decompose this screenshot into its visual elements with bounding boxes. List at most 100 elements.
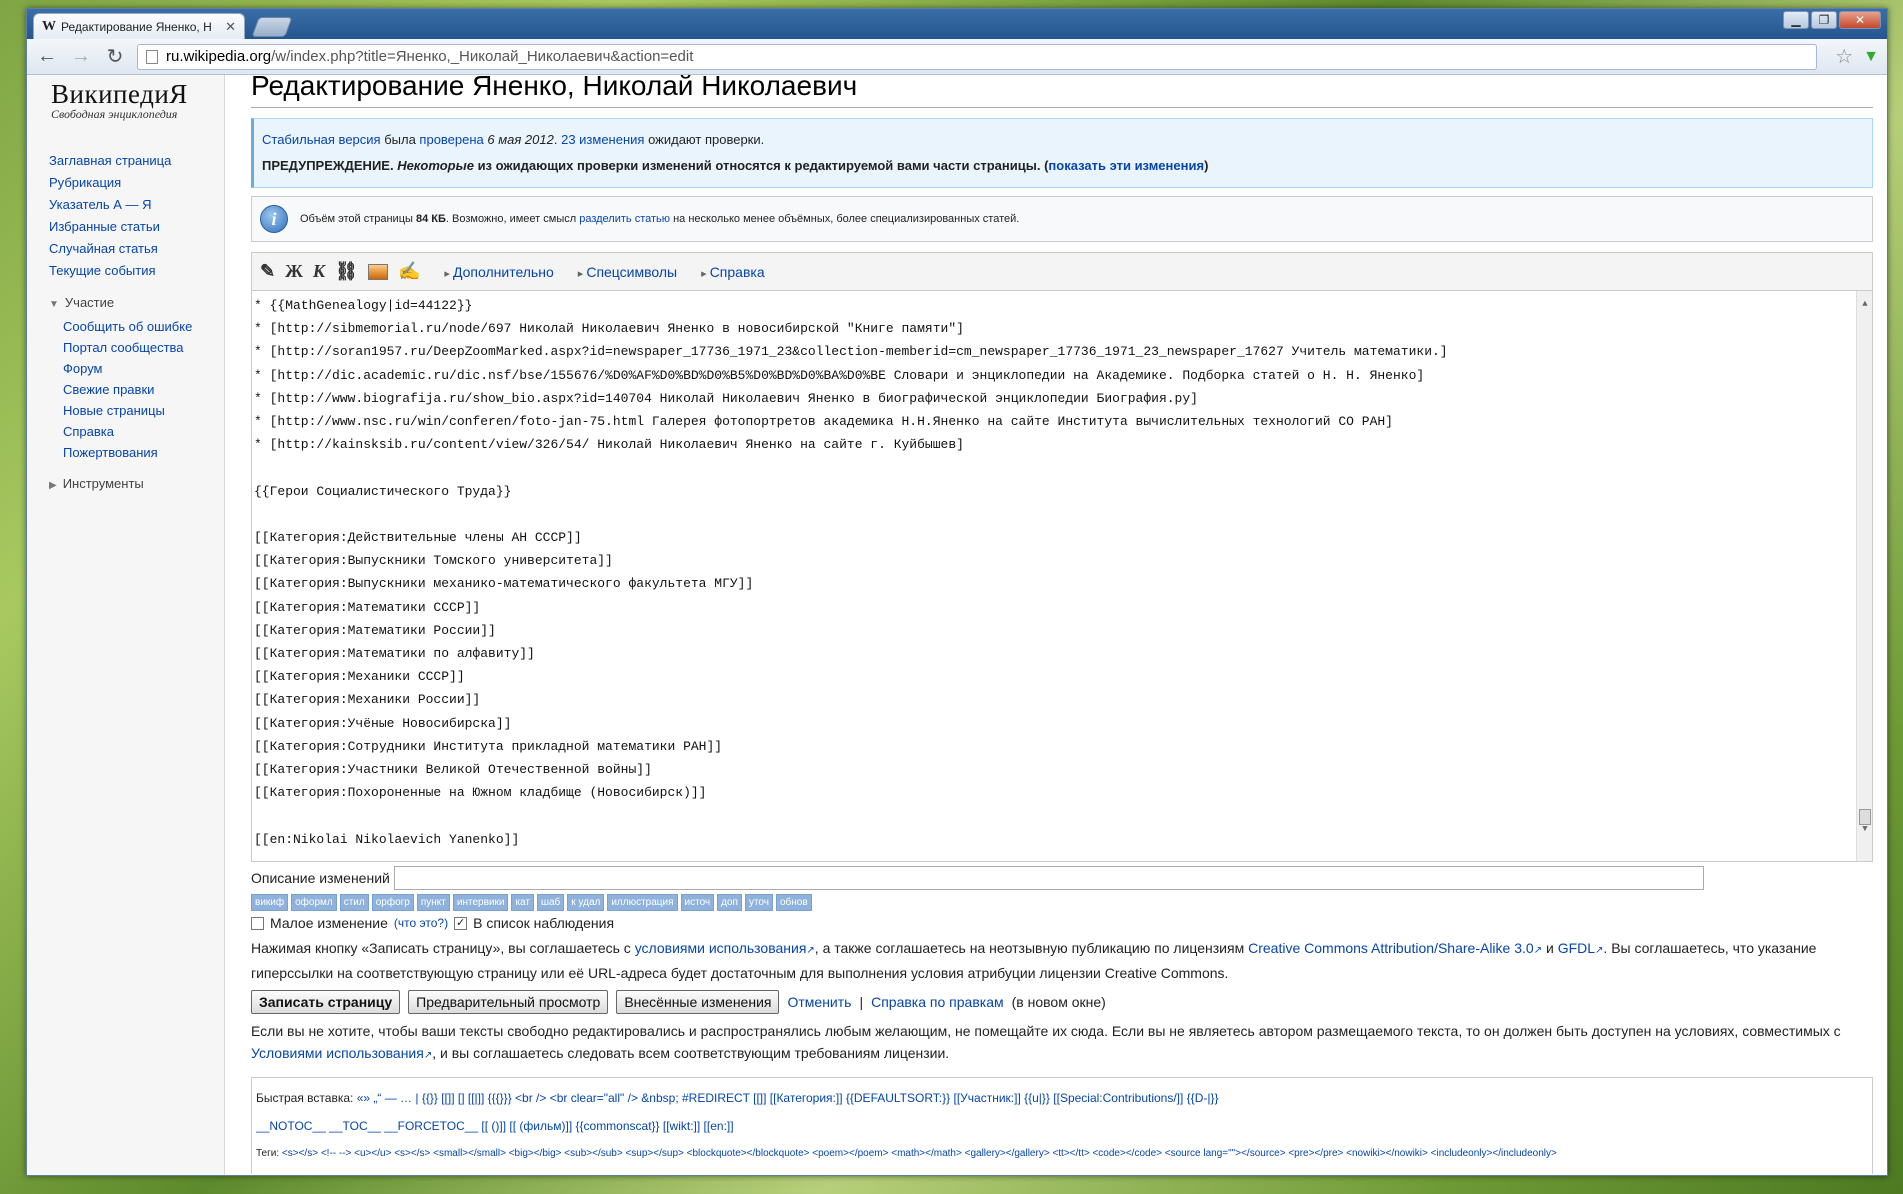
save-button[interactable]: Записать страницу	[251, 990, 401, 1014]
quick-insert-panel: Быстрая вставка: «» „“ — … | {{}} [[]] […	[251, 1077, 1873, 1174]
extension-icon[interactable]: ▼	[1863, 48, 1879, 66]
chip-punct[interactable]: пункт	[416, 894, 450, 911]
tag-items[interactable]: <s></s> <!-- --> <u></u> <s></s> <small>…	[282, 1148, 1557, 1159]
chip-spelling[interactable]: орфогр	[371, 894, 414, 911]
editing-help-link[interactable]: Справка по правкам	[871, 994, 1004, 1010]
tab-help[interactable]: Справка	[701, 264, 765, 280]
terms-of-use-link[interactable]: Условиями использования	[251, 1045, 424, 1061]
summary-chips: викиф оформл стил орфогр пункт интервики…	[251, 894, 1873, 911]
reload-icon[interactable]: ↻	[103, 44, 127, 69]
main-content: Редактирование Яненко, Николай Николаеви…	[225, 75, 1887, 1175]
preview-button[interactable]: Предварительный просмотр	[408, 990, 609, 1014]
chip-wikify[interactable]: викиф	[251, 894, 289, 911]
back-icon[interactable]: ←	[35, 45, 59, 68]
terms-link[interactable]: условиями использования	[635, 940, 807, 956]
browser-window: W Редактирование Яненко, Н ✕ ▁ ❐ ✕ ← → ↻…	[26, 8, 1888, 1176]
reference-icon[interactable]: ✍	[398, 261, 420, 282]
edit-buttons: Записать страницу Предварительный просмо…	[251, 990, 1873, 1014]
signature-icon[interactable]: ✎	[260, 261, 275, 282]
sidebar-item-rubrics[interactable]: Рубрикация	[49, 172, 224, 194]
maximize-icon[interactable]: ❐	[1811, 11, 1837, 29]
summary-row: Описание изменений	[251, 866, 1873, 890]
gfdl-link[interactable]: GFDL	[1558, 940, 1595, 956]
checked-link[interactable]: проверена	[419, 132, 483, 147]
wiki-editor: ✎ Ж К ⛓ ✍ Дополнительно Спецсимволы Спра…	[251, 252, 1873, 862]
chip-delete[interactable]: к удал	[567, 894, 605, 911]
italic-button[interactable]: К	[313, 261, 325, 282]
show-changes-link[interactable]: показать эти изменения	[1048, 158, 1204, 173]
chip-style[interactable]: стил	[339, 894, 369, 911]
quick-insert-items-2[interactable]: __NOTOC__ __TOC__ __FORCETOC__ [[ ()]] […	[256, 1119, 734, 1133]
watch-label: В список наблюдения	[473, 915, 615, 931]
external-link-icon: ↗	[423, 1050, 433, 1061]
chip-illustration[interactable]: иллюстрация	[607, 894, 678, 911]
participation-heading[interactable]: ▼ Участие	[49, 292, 224, 316]
bookmark-star-icon[interactable]: ☆	[1835, 44, 1853, 69]
bold-button[interactable]: Ж	[285, 261, 303, 282]
textarea-scrollbar[interactable]: ▲ ▼	[1856, 291, 1872, 861]
page-title: Редактирование Яненко, Николай Николаеви…	[251, 75, 1873, 108]
chip-format[interactable]: оформл	[291, 894, 337, 911]
sidebar-item-main[interactable]: Заглавная страница	[49, 150, 224, 172]
cancel-link[interactable]: Отменить	[787, 994, 851, 1010]
scroll-down-icon[interactable]: ▼	[1857, 818, 1872, 841]
sidebar-item-random[interactable]: Случайная статья	[49, 238, 224, 260]
sidebar-item-new-pages[interactable]: Новые страницы	[63, 400, 224, 421]
tab-close-icon[interactable]: ✕	[225, 19, 236, 35]
chip-update[interactable]: обнов	[775, 894, 812, 911]
split-article-link[interactable]: разделить статью	[579, 213, 670, 225]
sidebar-item-community-portal[interactable]: Портал сообщества	[63, 337, 224, 358]
chip-clarify[interactable]: уточ	[744, 894, 773, 911]
minimize-icon[interactable]: ▁	[1783, 11, 1809, 29]
sidebar-item-help[interactable]: Справка	[63, 421, 224, 442]
tags-label: Теги:	[256, 1148, 280, 1159]
window-controls: ▁ ❐ ✕	[1783, 11, 1881, 29]
sidebar-item-forum[interactable]: Форум	[63, 358, 224, 379]
tab-special-chars[interactable]: Спецсимволы	[578, 264, 677, 280]
chip-template[interactable]: шаб	[536, 894, 565, 911]
sidebar-item-report-error[interactable]: Сообщить об ошибке	[63, 316, 224, 337]
info-icon: i	[260, 205, 288, 233]
chip-interwiki[interactable]: интервики	[452, 894, 509, 911]
page-content: ВикипедиЯ Свободная энциклопедия Заглавн…	[27, 75, 1887, 1175]
cc-by-sa-link[interactable]: Creative Commons Attribution/Share-Alike…	[1248, 940, 1534, 956]
image-icon[interactable]	[367, 263, 388, 280]
forward-icon[interactable]: →	[69, 45, 93, 68]
watch-checkbox[interactable]: ✓	[454, 916, 468, 930]
chip-add[interactable]: доп	[717, 894, 742, 911]
browser-tab[interactable]: W Редактирование Яненко, Н ✕	[33, 13, 245, 39]
page-size-notice: i Объём этой страницы 84 КБ. Возможно, и…	[251, 196, 1873, 242]
tools-heading[interactable]: ▶ Инструменты	[49, 473, 224, 497]
logo-name: ВикипедиЯ	[51, 79, 188, 109]
wikitext-content: * {{MathGenealogy|id=44122}} * [http://s…	[254, 298, 1448, 847]
new-tab-button[interactable]	[251, 17, 293, 37]
pending-changes-link[interactable]: 23 изменения	[561, 132, 644, 147]
address-bar[interactable]: ru.wikipedia.org/w/index.php?title=Яненк…	[137, 43, 1818, 70]
copyright-notice: Если вы не хотите, чтобы ваши тексты сво…	[251, 1023, 1841, 1061]
minor-edit-checkbox[interactable]	[251, 916, 264, 930]
summary-input[interactable]	[393, 866, 1704, 890]
diff-button[interactable]: Внесённые изменения	[616, 990, 780, 1014]
chip-source[interactable]: источ	[680, 894, 715, 911]
wikitext-textarea[interactable]: * {{MathGenealogy|id=44122}} * [http://s…	[252, 291, 1872, 861]
wikipedia-logo[interactable]: ВикипедиЯ Свободная энциклопедия	[51, 79, 224, 122]
link-icon[interactable]: ⛓	[335, 261, 358, 282]
minor-help-link[interactable]: (что это?)	[394, 916, 448, 930]
sidebar-item-donate[interactable]: Пожертвования	[63, 442, 224, 463]
edit-options: Малое изменение (что это?) ✓ В список на…	[251, 915, 1873, 931]
participation-portal: Сообщить об ошибке Портал сообщества Фор…	[49, 316, 224, 463]
tab-advanced[interactable]: Дополнительно	[444, 264, 554, 280]
editor-toolbar: ✎ Ж К ⛓ ✍ Дополнительно Спецсимволы Спра…	[252, 253, 1872, 291]
flagged-revs-notice: Стабильная версия была проверена 6 мая 2…	[251, 118, 1873, 188]
sidebar-item-recent-changes[interactable]: Свежие правки	[63, 379, 224, 400]
sidebar-item-index[interactable]: Указатель А — Я	[49, 194, 224, 216]
sidebar-item-current-events[interactable]: Текущие события	[49, 260, 224, 282]
sidebar-item-featured[interactable]: Избранные статьи	[49, 216, 224, 238]
chip-cat[interactable]: кат	[511, 894, 534, 911]
quick-insert-items-1[interactable]: «» „“ — … | {{}} [[]] [] [[|]] {{{}}} <b…	[357, 1091, 1219, 1105]
expanded-arrow-icon: ▼	[49, 299, 59, 310]
scroll-up-icon[interactable]: ▲	[1857, 293, 1872, 316]
stable-version-link[interactable]: Стабильная версия	[262, 132, 381, 147]
external-link-icon: ↗	[1533, 945, 1543, 956]
close-window-icon[interactable]: ✕	[1839, 11, 1881, 29]
